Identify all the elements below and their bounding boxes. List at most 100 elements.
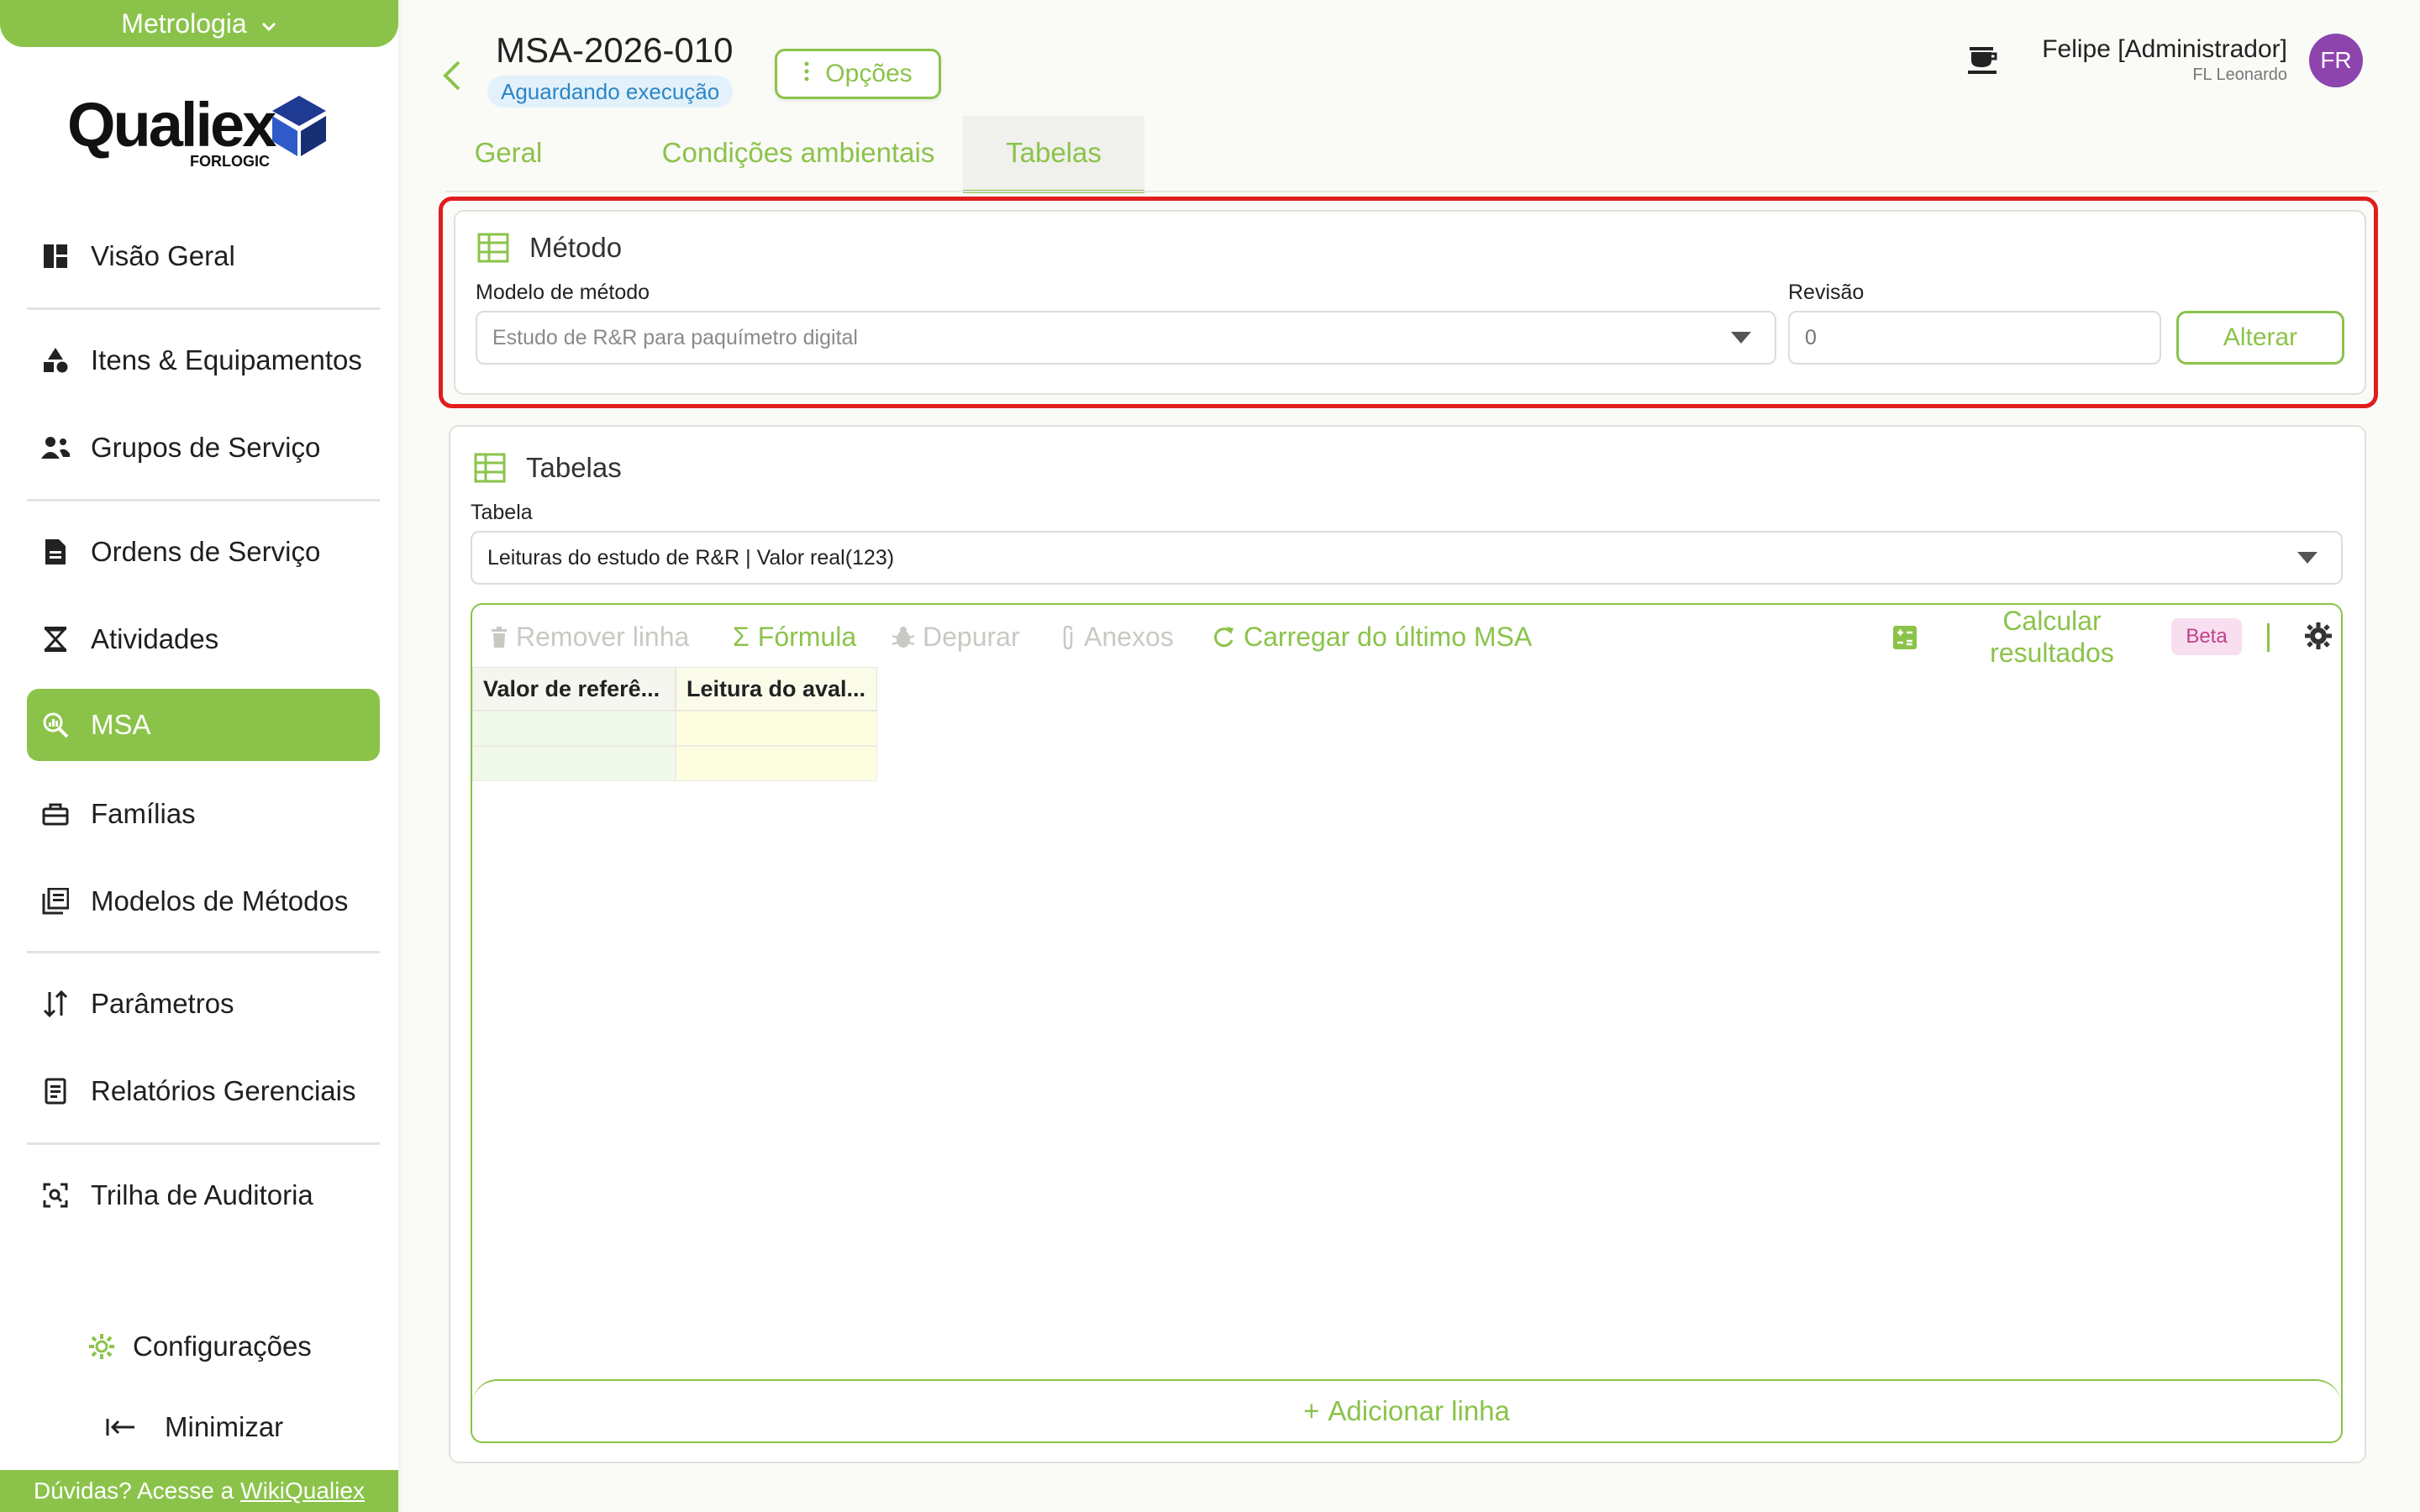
chevron-left-icon [443, 60, 460, 91]
document-icon [39, 535, 72, 569]
sidebar-item-label: Grupos de Serviço [91, 432, 321, 463]
sigma-icon: Σ [733, 622, 750, 652]
sidebar-item-atividades[interactable]: Atividades [27, 603, 380, 675]
sidebar-divider [27, 1142, 380, 1145]
sidebar-item-label: Itens & Equipamentos [91, 344, 362, 375]
column-header-reading[interactable]: Leitura do aval... [676, 667, 877, 711]
coffee-icon[interactable] [1966, 40, 2000, 81]
options-label: Opções [825, 60, 913, 87]
help-bar: Dúvidas? Acesse a WikiQualiex [0, 1470, 398, 1512]
logo-mark-icon [272, 96, 326, 160]
table-cell[interactable] [676, 711, 877, 746]
sidebar-item-label: Trilha de Auditoria [91, 1179, 313, 1210]
qualiex-logo: Qualiex FORLOGIC [67, 89, 336, 173]
add-row-button[interactable]: + Adicionar linha [472, 1379, 2341, 1441]
sidebar-item-relatorios[interactable]: Relatórios Gerenciais [27, 1055, 380, 1127]
sidebar-item-visao-geral[interactable]: Visão Geral [27, 220, 380, 292]
sidebar-item-modelos-metodos[interactable]: Modelos de Métodos [27, 865, 380, 937]
debug-label: Depurar [923, 622, 1020, 652]
sidebar-item-label: Atividades [91, 623, 219, 654]
remove-row-button[interactable]: Remover linha [491, 622, 689, 653]
user-organization: FL Leonardo [2192, 66, 2287, 84]
plus-icon: + [1303, 1395, 1320, 1426]
attachments-button[interactable]: Anexos [1060, 622, 1174, 653]
audit-icon [39, 1179, 72, 1212]
toolbar-separator [2267, 623, 2270, 652]
tab-geral[interactable]: Geral [445, 116, 571, 190]
settings-link[interactable]: Configurações [87, 1331, 312, 1362]
table-cell[interactable] [472, 711, 676, 746]
module-selector[interactable]: Metrologia [0, 0, 398, 47]
avatar[interactable]: FR [2309, 34, 2363, 87]
tabelas-header: Tabelas [474, 452, 622, 484]
sidebar-item-msa[interactable]: MSA [27, 689, 380, 761]
sidebar-item-label: Ordens de Serviço [91, 536, 321, 567]
calculate-results-button[interactable]: Calcular resultados [1892, 605, 2144, 672]
table-label: Tabela [471, 501, 533, 524]
sidebar-item-parametros[interactable]: Parâmetros [27, 968, 380, 1040]
revision-input[interactable] [1788, 311, 2161, 365]
sidebar-item-trilha-auditoria[interactable]: Trilha de Auditoria [27, 1159, 380, 1231]
refresh-icon [1212, 625, 1235, 650]
gear-icon [87, 1332, 116, 1361]
back-button[interactable] [437, 57, 467, 94]
sidebar-divider [27, 951, 380, 953]
caret-down-icon [2297, 552, 2317, 564]
status-badge: Aguardando execução [487, 76, 734, 108]
collapse-left-icon [106, 1417, 136, 1437]
report-icon [39, 1074, 72, 1108]
table-cell[interactable] [676, 746, 877, 781]
search-analytics-icon [39, 708, 72, 742]
sidebar-item-itens-equipamentos[interactable]: Itens & Equipamentos [27, 324, 380, 396]
tab-condicoes-ambientais[interactable]: Condições ambientais [613, 116, 983, 190]
sidebar-item-familias[interactable]: Famílias [27, 778, 380, 850]
dashboard-icon [39, 239, 72, 273]
metodo-title: Método [529, 232, 623, 263]
bug-icon [892, 626, 914, 649]
model-label: Modelo de método [476, 281, 650, 304]
table-cell[interactable] [472, 746, 676, 781]
sidebar-divider [27, 499, 380, 501]
table-value: Leituras do estudo de R&R | Valor real(1… [487, 545, 895, 570]
settings-label: Configurações [133, 1331, 312, 1362]
chevron-down-icon [260, 8, 277, 39]
sidebar-item-label: Visão Geral [91, 240, 235, 271]
paperclip-icon [1060, 625, 1076, 650]
table-icon [474, 453, 506, 483]
tabs-divider [445, 191, 2378, 192]
user-name: Felipe [Administrador] [2042, 35, 2287, 63]
data-grid: Remover linha Σ Fórmula Depurar Anexos C… [471, 603, 2343, 1443]
toolbox-icon [39, 797, 72, 831]
debug-button[interactable]: Depurar [892, 622, 1020, 653]
load-last-msa-button[interactable]: Carregar do último MSA [1212, 622, 1532, 653]
highlight-frame [439, 197, 2378, 408]
grid-settings-button[interactable] [2304, 622, 2333, 650]
options-button[interactable]: Opções [775, 49, 941, 99]
load-last-label: Carregar do último MSA [1244, 622, 1533, 652]
minimize-button[interactable]: Minimizar [106, 1411, 283, 1443]
logo-text: Qualiex [67, 90, 276, 160]
model-value: Estudo de R&R para paquímetro digital [492, 325, 858, 349]
table-select[interactable]: Leituras do estudo de R&R | Valor real(1… [471, 531, 2343, 585]
attachments-label: Anexos [1084, 622, 1174, 652]
revision-label: Revisão [1788, 281, 1865, 304]
wiki-link[interactable]: WikiQualiex [240, 1478, 365, 1504]
trash-icon [491, 626, 508, 648]
sidebar-divider [27, 307, 380, 310]
alterar-button[interactable]: Alterar [2176, 311, 2344, 365]
tab-tabelas[interactable]: Tabelas [963, 116, 1144, 193]
model-select[interactable]: Estudo de R&R para paquímetro digital [476, 311, 1776, 365]
formula-button[interactable]: Σ Fórmula [733, 622, 856, 653]
calc-label-line1: Calcular [2002, 606, 2102, 636]
sidebar-item-label: Modelos de Métodos [91, 885, 349, 916]
sidebar: Metrologia Qualiex FORLOGIC Visão Geral … [0, 0, 398, 1512]
page-title: MSA-2026-010 [496, 30, 734, 70]
table-icon [477, 233, 509, 263]
calculator-icon [1892, 625, 1918, 650]
sidebar-item-grupos-servico[interactable]: Grupos de Serviço [27, 412, 380, 484]
gear-icon [2304, 622, 2333, 650]
shapes-icon [39, 344, 72, 377]
sidebar-item-ordens-servico[interactable]: Ordens de Serviço [27, 516, 380, 588]
module-label: Metrologia [121, 8, 247, 39]
column-header-reference[interactable]: Valor de referê... [472, 667, 676, 711]
